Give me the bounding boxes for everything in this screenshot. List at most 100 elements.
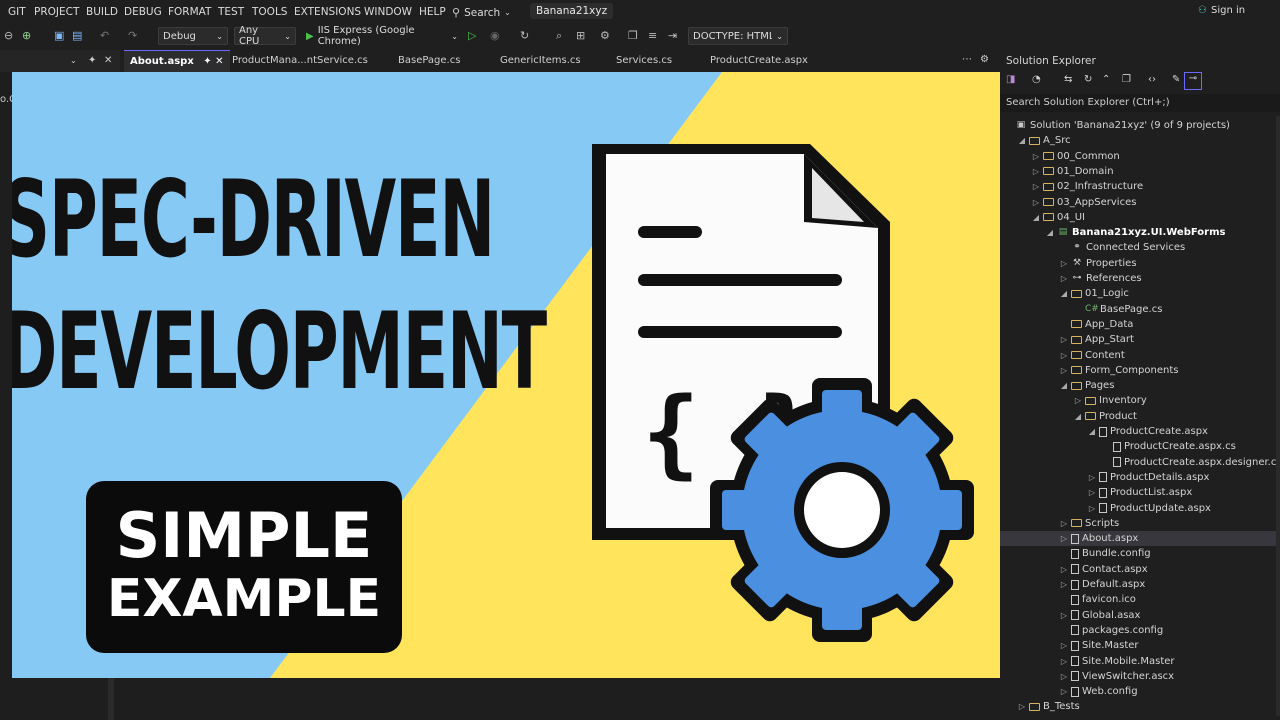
expand-arrow-icon[interactable]: ◢ — [1074, 409, 1082, 424]
platform-dropdown[interactable]: Any CPU ⌄ — [234, 25, 296, 47]
tab[interactable]: GenericItems.cs — [494, 50, 587, 72]
menu-test[interactable]: TEST — [218, 6, 244, 18]
tree-item[interactable]: favicon.ico — [1060, 592, 1136, 607]
tools-icon[interactable]: ⚙ — [600, 29, 610, 42]
refresh-icon[interactable]: ↻ — [1084, 74, 1092, 85]
tree-item[interactable]: ▷ Global.asax — [1060, 608, 1141, 623]
expand-arrow-icon[interactable]: ▷ — [1088, 470, 1096, 485]
expand-arrow-icon[interactable]: ◢ — [1032, 210, 1040, 225]
preview-icon[interactable]: ⊸ — [1184, 72, 1202, 90]
settings-icon[interactable]: ⚙ — [980, 54, 989, 65]
expand-arrow-icon[interactable]: ▷ — [1032, 195, 1040, 210]
expand-arrow-icon[interactable]: ◢ — [1060, 378, 1068, 393]
menu-window[interactable]: WINDOW — [364, 6, 412, 18]
browser-link-icon[interactable]: ⊞ — [576, 29, 585, 42]
tree-item[interactable]: ▷ 00_Common — [1032, 149, 1120, 164]
find-icon[interactable]: ⌕ — [556, 29, 562, 43]
tree-item[interactable]: ▷ 01_Domain — [1032, 164, 1114, 179]
menu-build[interactable]: BUILD — [86, 6, 118, 18]
expand-arrow-icon[interactable]: ▷ — [1074, 393, 1082, 408]
tree-item[interactable]: ▷ ProductDetails.aspx — [1088, 470, 1210, 485]
tree-item[interactable]: ▷ 03_AppServices — [1032, 195, 1137, 210]
expand-arrow-icon[interactable]: ▷ — [1060, 669, 1068, 684]
tree-item[interactable]: ▷ Inventory — [1074, 393, 1147, 408]
tree-item[interactable]: ◢ 01_Logic — [1060, 286, 1129, 301]
menu-format[interactable]: FORMAT — [168, 6, 211, 18]
tree-item[interactable]: ◢ 04_UI — [1032, 210, 1085, 225]
tree-item[interactable]: ◢ Product — [1074, 409, 1137, 424]
tab[interactable]: BasePage.cs — [392, 50, 466, 72]
sign-in-button[interactable]: ⚇ Sign in — [1198, 5, 1245, 16]
close-icon[interactable]: ✕ — [104, 50, 112, 72]
expand-arrow-icon[interactable]: ▷ — [1060, 348, 1068, 363]
expand-arrow-icon[interactable]: ▷ — [1060, 684, 1068, 699]
tree-item[interactable]: ▷ ⊶ References — [1060, 271, 1142, 286]
chevron-down-icon[interactable]: ⌄ — [70, 50, 77, 72]
tree-item[interactable]: ▷ 02_Infrastructure — [1032, 179, 1143, 194]
menu-extensions[interactable]: EXTENSIONS — [294, 6, 361, 18]
redo-icon[interactable]: ↷ — [128, 29, 137, 42]
properties-icon[interactable]: ✎ — [1172, 74, 1180, 85]
expand-arrow-icon[interactable]: ◢ — [1018, 133, 1026, 148]
expand-arrow-icon[interactable]: ▷ — [1060, 271, 1068, 286]
menu-tools[interactable]: TOOLS — [252, 6, 287, 18]
menu-git[interactable]: GIT — [8, 6, 26, 18]
expand-arrow-icon[interactable]: ▷ — [1088, 485, 1096, 500]
tree-item[interactable]: ⚭ Connected Services — [1060, 240, 1185, 255]
tree-item[interactable]: ▷ Form_Components — [1060, 363, 1179, 378]
tree-item[interactable]: ◢ ProductCreate.aspx — [1088, 424, 1208, 439]
tree-item[interactable]: ▷ ViewSwitcher.ascx — [1060, 669, 1174, 684]
code-icon[interactable]: ‹› — [1148, 74, 1156, 85]
align-icon[interactable]: ≡ — [648, 29, 657, 42]
menu-project[interactable]: PROJECT — [34, 6, 79, 18]
expand-arrow-icon[interactable]: ◢ — [1046, 225, 1054, 240]
tab[interactable]: ProductCreate.aspx — [704, 50, 814, 72]
tree-item[interactable]: ◢ A_Src — [1018, 133, 1071, 148]
tree-item[interactable]: ▷ Content — [1060, 348, 1125, 363]
expand-arrow-icon[interactable]: ▷ — [1060, 531, 1068, 546]
tab-close-icon[interactable]: ✦ ✕ — [200, 56, 223, 67]
tree-item[interactable]: ▷ About.aspx — [1000, 531, 1280, 547]
save-icon[interactable]: ▣ — [54, 29, 64, 42]
tab[interactable]: Services.cs — [610, 50, 678, 72]
tree-item[interactable]: ▷ Default.aspx — [1060, 577, 1145, 592]
tree-item[interactable]: ▷ ProductUpdate.aspx — [1088, 501, 1211, 516]
tree-item[interactable]: ▷ ⚒ Properties — [1060, 256, 1137, 271]
tree-item[interactable]: ▷ ProductList.aspx — [1088, 485, 1192, 500]
expand-arrow-icon[interactable]: ▷ — [1060, 516, 1068, 531]
config-dropdown[interactable]: Debug ⌄ — [158, 27, 228, 45]
tree-item[interactable]: ▷ Contact.aspx — [1060, 562, 1148, 577]
tab-active[interactable]: About.aspx ✦ ✕ — [124, 50, 230, 72]
expand-arrow-icon[interactable]: ▷ — [1060, 577, 1068, 592]
back-icon[interactable]: ⊖ — [4, 29, 13, 42]
tree-item[interactable]: App_Data — [1060, 317, 1133, 332]
expand-arrow-icon[interactable]: ▷ — [1060, 608, 1068, 623]
tree-item[interactable]: ▷ Site.Mobile.Master — [1060, 654, 1175, 669]
indent-icon[interactable]: ⇥ — [668, 29, 677, 42]
expand-arrow-icon[interactable]: ▷ — [1032, 164, 1040, 179]
sync-icon[interactable]: ⇆ — [1064, 74, 1072, 85]
attach-icon[interactable]: ◉ — [490, 29, 500, 42]
expand-arrow-icon[interactable]: ▷ — [1060, 562, 1068, 577]
tree-item[interactable]: ◢ ▤ Banana21xyz.UI.WebForms — [1046, 225, 1226, 240]
save-all-icon[interactable]: ▤ — [72, 29, 82, 42]
expand-arrow-icon[interactable]: ▷ — [1060, 256, 1068, 271]
expand-arrow-icon[interactable]: ▷ — [1018, 699, 1026, 714]
expand-arrow-icon[interactable]: ▷ — [1088, 501, 1096, 516]
tree-item[interactable]: packages.config — [1060, 623, 1163, 638]
expand-arrow-icon[interactable]: ▷ — [1060, 363, 1068, 378]
tree-item[interactable]: ▷ Site.Master — [1060, 638, 1139, 653]
scrollbar[interactable] — [1276, 116, 1280, 716]
run-button[interactable]: ▶ IIS Express (Google Chrome) ⌄ — [302, 25, 462, 47]
expand-arrow-icon[interactable]: ▷ — [1060, 332, 1068, 347]
search-box[interactable]: ⚲ Search ⌄ — [452, 6, 511, 19]
vs-icon[interactable]: ◨ — [1006, 74, 1015, 85]
tree-item[interactable]: ▷ Web.config — [1060, 684, 1138, 699]
history-icon[interactable]: ◔ — [1032, 74, 1041, 85]
overflow-icon[interactable]: ⋯ — [962, 54, 972, 65]
doctype-dropdown[interactable]: DOCTYPE: HTML5 ⌄ — [688, 27, 788, 45]
expand-arrow-icon[interactable]: ◢ — [1060, 286, 1068, 301]
tree-item[interactable]: ▷ B_Tests — [1018, 699, 1080, 714]
expand-arrow-icon[interactable]: ▷ — [1032, 179, 1040, 194]
refresh-icon[interactable]: ↻ — [520, 29, 529, 42]
